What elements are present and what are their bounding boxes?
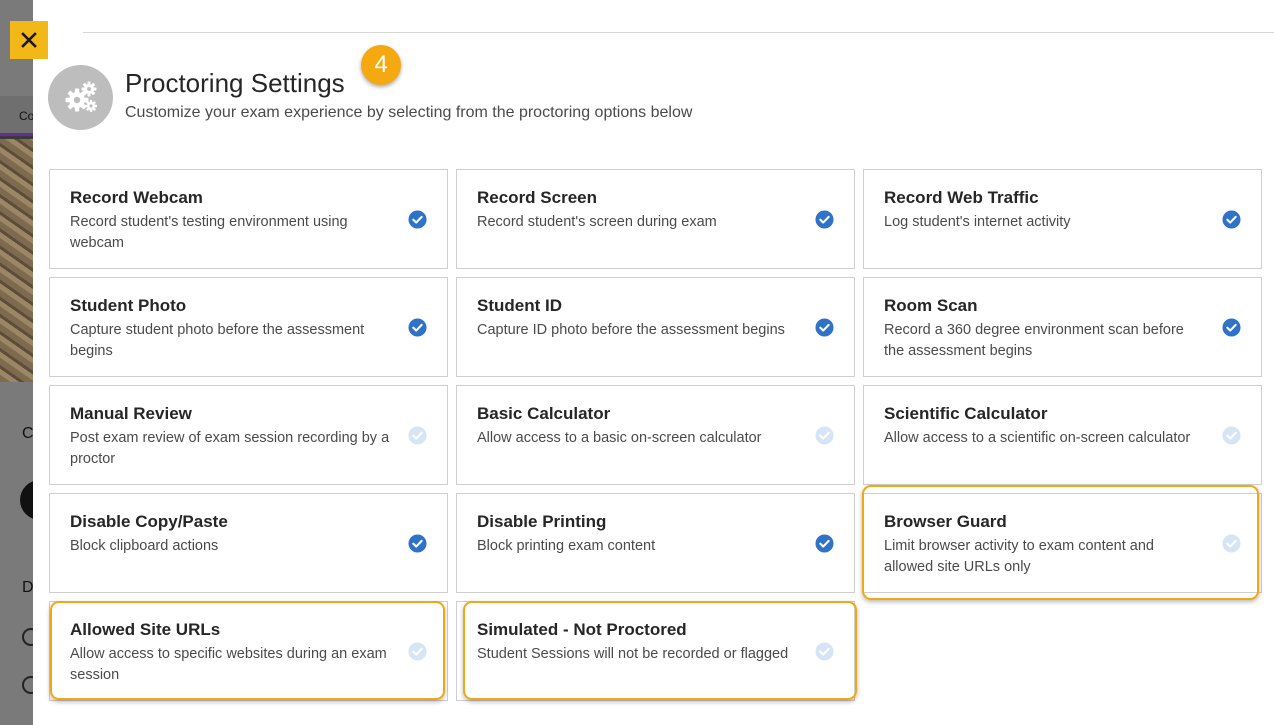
background-image (0, 139, 33, 382)
option-card-record-web-traffic[interactable]: Record Web Traffic Log student's internet… (863, 169, 1262, 269)
page-title: Proctoring Settings (125, 68, 345, 98)
option-card-scientific-calculator[interactable]: Scientific Calculator Allow access to a s… (863, 385, 1262, 485)
background-tab: Co (0, 96, 33, 136)
option-title: Record Webcam (70, 188, 203, 207)
background-heading-fragment: C (22, 425, 33, 442)
option-title: Student ID (477, 296, 562, 315)
check-circle-icon[interactable] (408, 642, 427, 661)
option-description: Capture student photo before the assessm… (70, 322, 365, 359)
option-description: Allow access to a basic on-screen calcul… (477, 430, 762, 446)
option-title: Basic Calculator (477, 404, 611, 423)
option-description: Log student's internet activity (884, 214, 1071, 230)
option-title: Manual Review (70, 404, 192, 423)
close-button[interactable] (10, 21, 48, 59)
option-description: Limit browser activity to exam content a… (884, 538, 1154, 575)
option-description: Allow access to a scientific on-screen c… (884, 430, 1191, 446)
option-title: Room Scan (884, 296, 978, 315)
option-card-student-photo[interactable]: Student Photo Capture student photo befor… (49, 277, 448, 377)
option-title: Record Screen (477, 188, 597, 207)
background-icon (22, 628, 33, 646)
gears-icon (48, 65, 113, 130)
check-circle-icon[interactable] (1222, 426, 1241, 445)
option-card-basic-calculator[interactable]: Basic Calculator Allow access to a basic … (456, 385, 855, 485)
option-card-allowed-site-urls[interactable]: Allowed Site URLs Allow access to specifi… (49, 601, 448, 701)
option-description: Block printing exam content (477, 538, 656, 554)
check-circle-icon[interactable] (1222, 534, 1241, 553)
option-description: Post exam review of exam session recordi… (70, 430, 390, 467)
option-title: Disable Printing (477, 512, 607, 531)
check-circle-icon[interactable] (1222, 318, 1241, 337)
option-title: Scientific Calculator (884, 404, 1048, 423)
option-card-browser-guard[interactable]: Browser Guard Limit browser activity to e… (863, 493, 1262, 593)
option-card-disable-printing[interactable]: Disable Printing Block printing exam cont… (456, 493, 855, 593)
option-card-manual-review[interactable]: Manual Review Post exam review of exam se… (49, 385, 448, 485)
check-circle-icon[interactable] (1222, 210, 1241, 229)
option-title: Record Web Traffic (884, 188, 1039, 207)
option-description: Block clipboard actions (70, 538, 219, 554)
check-circle-icon[interactable] (408, 318, 427, 337)
option-card-record-screen[interactable]: Record Screen Record student's screen dur… (456, 169, 855, 269)
background-section-fragment: D (22, 579, 33, 596)
option-card-student-id[interactable]: Student ID Capture ID photo before the as… (456, 277, 855, 377)
close-icon (21, 32, 37, 48)
option-description: Record a 360 degree environment scan bef… (884, 322, 1184, 359)
option-title: Browser Guard (884, 512, 1007, 531)
option-title: Disable Copy/Paste (70, 512, 228, 531)
check-circle-icon[interactable] (815, 318, 834, 337)
page-subtitle: Customize your exam experience by select… (125, 104, 693, 121)
option-description: Capture ID photo before the assessment b… (477, 322, 785, 338)
option-description: Student Sessions will not be recorded or… (477, 646, 789, 662)
check-circle-icon[interactable] (815, 642, 834, 661)
option-card-simulated-not-proctored[interactable]: Simulated - Not Proctored Student Session… (456, 601, 855, 701)
check-circle-icon[interactable] (815, 534, 834, 553)
check-circle-icon[interactable] (408, 210, 427, 229)
check-circle-icon[interactable] (815, 210, 834, 229)
option-description: Record student's testing environment usi… (70, 214, 348, 251)
option-card-room-scan[interactable]: Room Scan Record a 360 degree environment… (863, 277, 1262, 377)
check-circle-icon[interactable] (408, 426, 427, 445)
step-badge: 4 (361, 45, 401, 85)
option-description: Record student's screen during exam (477, 214, 717, 230)
option-title: Student Photo (70, 296, 187, 315)
background-tab-label: Co (19, 109, 33, 123)
option-card-disable-copy-paste[interactable]: Disable Copy/Paste Block clipboard action… (49, 493, 448, 593)
check-circle-icon[interactable] (408, 534, 427, 553)
option-title: Allowed Site URLs (70, 620, 221, 639)
check-circle-icon[interactable] (815, 426, 834, 445)
option-title: Simulated - Not Proctored (477, 620, 687, 639)
option-description: Allow access to specific websites during… (70, 646, 387, 683)
background-icon (22, 676, 33, 694)
option-card-record-webcam[interactable]: Record Webcam Record student's testing en… (49, 169, 448, 269)
background-page: Co C D (0, 0, 33, 725)
panel-divider (83, 32, 1274, 33)
